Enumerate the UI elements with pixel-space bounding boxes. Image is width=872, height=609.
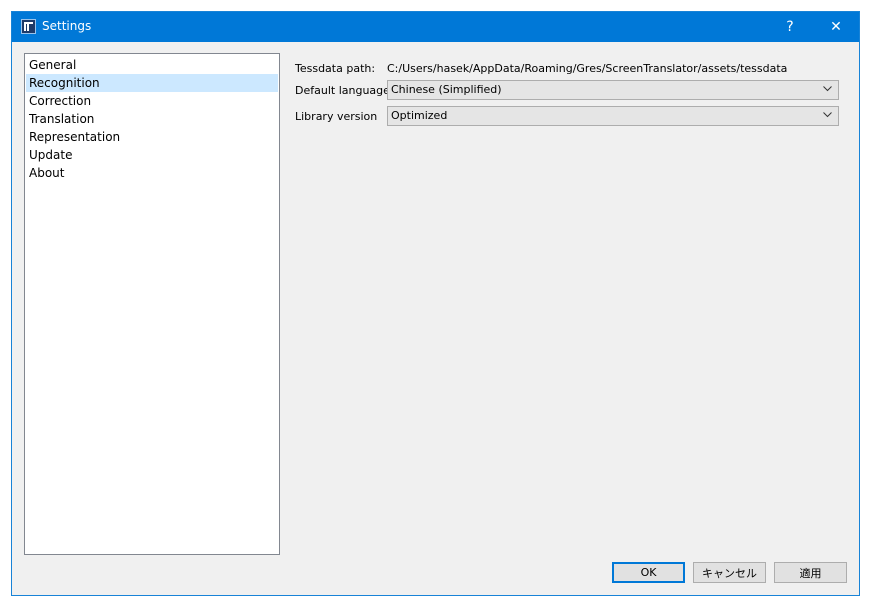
- window-title: Settings: [42, 19, 92, 33]
- ok-button[interactable]: OK: [612, 562, 685, 583]
- library-version-value: Optimized: [391, 109, 448, 122]
- default-language-select[interactable]: Chinese (Simplified): [387, 80, 839, 100]
- chevron-down-icon: [823, 112, 832, 118]
- apply-button[interactable]: 適用: [774, 562, 847, 583]
- library-version-label: Library version: [295, 110, 378, 123]
- default-language-label: Default language:: [295, 84, 394, 97]
- sidebar-item-general[interactable]: General: [26, 56, 278, 74]
- library-version-select[interactable]: Optimized: [387, 106, 839, 126]
- settings-window: Settings ? ✕ General Recognition Correct…: [11, 11, 860, 596]
- tessdata-path-value: C:/Users/hasek/AppData/Roaming/Gres/Scre…: [387, 62, 788, 75]
- sidebar-item-about[interactable]: About: [26, 164, 278, 182]
- close-button[interactable]: ✕: [813, 12, 859, 42]
- close-icon: ✕: [830, 19, 842, 35]
- cancel-button[interactable]: キャンセル: [693, 562, 766, 583]
- sidebar-item-correction[interactable]: Correction: [26, 92, 278, 110]
- help-icon: ?: [786, 19, 794, 35]
- app-icon: [21, 19, 36, 34]
- tessdata-path-label: Tessdata path:: [295, 62, 376, 75]
- chevron-down-icon: [823, 86, 832, 92]
- title-bar[interactable]: Settings ? ✕: [12, 12, 859, 42]
- sidebar-item-translation[interactable]: Translation: [26, 110, 278, 128]
- sidebar-item-representation[interactable]: Representation: [26, 128, 278, 146]
- help-button[interactable]: ?: [767, 12, 813, 42]
- default-language-value: Chinese (Simplified): [391, 83, 502, 96]
- sidebar-item-update[interactable]: Update: [26, 146, 278, 164]
- sidebar-item-recognition[interactable]: Recognition: [26, 74, 278, 92]
- settings-category-list[interactable]: General Recognition Correction Translati…: [24, 53, 280, 555]
